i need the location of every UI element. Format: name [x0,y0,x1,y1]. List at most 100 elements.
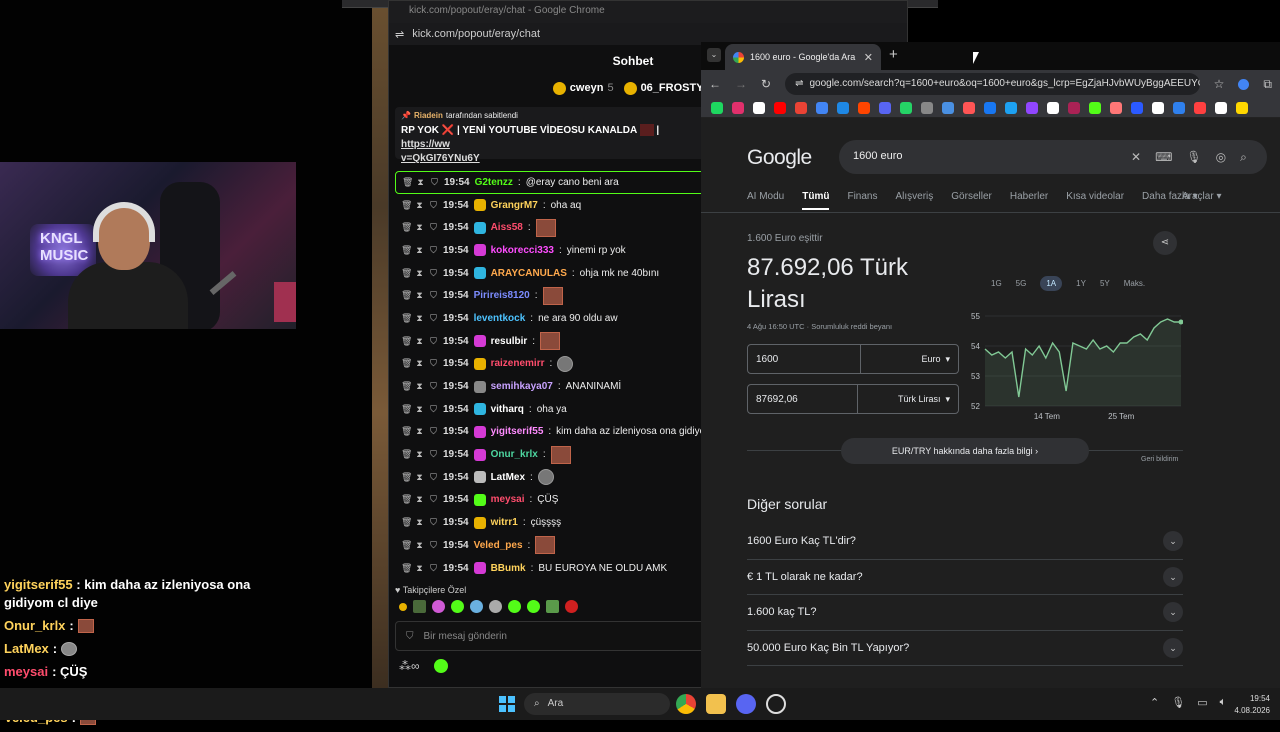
timeout-icon[interactable]: ⧗ [415,290,424,301]
ban-icon[interactable]: ⛉ [430,177,439,188]
range-option[interactable]: 1Y [1076,279,1086,288]
message-username[interactable]: yigitserif55 [491,426,544,437]
message-username[interactable]: raizenemirr [491,358,545,369]
emote-icon[interactable] [565,600,578,613]
message-username[interactable]: leventkock [474,313,526,324]
emote-icon[interactable] [413,600,426,613]
tab-google-search[interactable]: 1600 euro - Google'da Ara ✕ [725,44,881,70]
message-username[interactable]: kokorecci333 [491,245,554,256]
address-bar[interactable]: ⇌ google.com/search?q=1600+euro&oq=1600+… [785,73,1200,95]
message-username[interactable]: semihkaya07 [491,381,553,392]
keyboard-icon[interactable]: ⌨ [1155,150,1172,165]
bookmark-icon[interactable] [732,101,744,114]
delete-icon[interactable]: 🗑︎ [401,449,412,460]
share-icon[interactable]: ⋖ [1153,231,1177,255]
close-tab-icon[interactable]: ✕ [864,51,873,64]
to-amount-field[interactable]: 87692,06 Türk Lirası ▾ [747,384,959,414]
extensions-puzzle-icon[interactable]: ⧉ [1263,77,1272,92]
bookmark-icon[interactable] [1131,101,1143,114]
ban-icon[interactable]: ⛉ [429,313,438,324]
clear-icon[interactable]: ✕ [1131,150,1141,165]
ban-icon[interactable]: ⛉ [429,517,438,528]
message-username[interactable]: BBumk [491,563,526,574]
microphone-icon[interactable]: 🎙︎ [1186,150,1201,165]
bookmark-icon[interactable] [1152,101,1164,114]
emote-icon[interactable] [451,600,464,613]
ban-icon[interactable]: ⛉ [429,245,438,256]
timeout-icon[interactable]: ⧗ [415,245,424,256]
app-icon[interactable] [766,694,786,714]
delete-icon[interactable]: 🗑︎ [401,540,412,551]
google-logo[interactable]: Google [747,146,812,170]
question-item[interactable]: 1.600 kaç TL? ⌄ [747,595,1183,631]
message-username[interactable]: LatMex [491,472,525,483]
back-icon[interactable]: ← [709,77,721,91]
ban-icon[interactable]: ⛉ [429,358,438,369]
kick-logo-icon[interactable] [433,659,448,673]
range-option[interactable]: 5Y [1100,279,1110,288]
timeout-icon[interactable]: ⧗ [415,313,424,324]
chevron-down-icon[interactable]: ⌄ [1163,531,1183,552]
chat-message[interactable]: 🗑︎ ⧗ ⛉ 19:54 GrangrM7: oha aq [395,194,715,217]
bookmark-icon[interactable] [921,101,933,114]
bookmark-icon[interactable] [753,101,765,114]
search-tab[interactable]: Alışveriş [895,191,933,210]
ban-icon[interactable]: ⛉ [429,290,438,301]
bookmark-icon[interactable] [1026,101,1038,114]
chat-message[interactable]: 🗑︎ ⧗ ⛉ 19:54 yigitserif55: kim daha az izleni… [395,421,715,444]
message-username[interactable]: Onur_krlx [491,449,538,460]
chevron-down-icon[interactable]: ⌄ [1163,602,1183,623]
chat-message[interactable]: 🗑︎ ⧗ ⛉ 19:54 meysai: ÇÜŞ [395,489,715,512]
bookmark-icon[interactable] [816,101,828,114]
bookmark-icon[interactable] [795,101,807,114]
ban-icon[interactable]: ⛉ [429,268,438,279]
message-username[interactable]: Pirireis8120 [474,290,530,301]
monitor-icon[interactable]: ▭ [1197,696,1207,709]
chevron-down-icon[interactable]: ⌄ [1163,566,1183,587]
delete-icon[interactable]: 🗑︎ [401,268,412,279]
emote-icon[interactable] [546,600,559,613]
delete-icon[interactable]: 🗑︎ [401,426,412,437]
chat-message[interactable]: 🗑︎ ⧗ ⛉ 19:54 semihkaya07: ANANINAMİ [395,375,715,398]
timeout-icon[interactable]: ⧗ [415,404,424,415]
search-icon[interactable]: ⌕ [1240,150,1247,165]
chat-message[interactable]: 🗑︎ ⧗ ⛉ 19:54 leventkock: ne ara 90 oldu aw [395,307,715,330]
timeout-icon[interactable]: ⧗ [415,268,424,279]
bookmark-icon[interactable] [942,101,954,114]
ban-icon[interactable]: ⛉ [429,381,438,392]
delete-icon[interactable]: 🗑︎ [401,245,412,256]
ban-icon[interactable]: ⛉ [429,200,438,211]
chat-message[interactable]: 🗑︎ ⧗ ⛉ 19:54 vitharq: oha ya [395,398,715,421]
feedback-link[interactable]: Geri bildirim [1141,456,1178,463]
taskbar-search[interactable]: ⌕ Ara [524,693,670,715]
bookmark-icon[interactable] [711,101,723,114]
question-item[interactable]: € 1 TL olarak ne kadar? ⌄ [747,560,1183,595]
to-currency-select[interactable]: Türk Lirası ▾ [856,385,950,413]
delete-icon[interactable]: 🗑︎ [401,404,412,415]
message-username[interactable]: Aiss58 [491,222,523,233]
search-tab[interactable]: Tümü [802,191,830,210]
forward-icon[interactable]: → [735,77,747,91]
bookmark-icon[interactable] [963,101,975,114]
message-username[interactable]: resulbir [491,336,528,347]
chat-message[interactable]: 🗑︎ ⧗ ⛉ 19:54 Onur_krlx: [395,443,715,466]
clock[interactable]: 19:54 4.08.2026 [1226,693,1270,717]
range-option[interactable]: 1A [1040,276,1063,291]
chat-message[interactable]: 🗑︎ ⧗ ⛉ 19:54 witrr1: çüşşşş [395,511,715,534]
bookmark-icon[interactable] [1089,101,1101,114]
timeout-icon[interactable]: ⧗ [415,336,424,347]
timeout-icon[interactable]: ⧗ [415,358,424,369]
bookmark-icon[interactable] [1005,101,1017,114]
message-username[interactable]: meysai [491,494,525,505]
delete-icon[interactable]: 🗑︎ [401,358,412,369]
ban-icon[interactable]: ⛉ [429,336,438,347]
delete-icon[interactable]: 🗑︎ [401,200,412,211]
chat-message[interactable]: 🗑︎ ⧗ ⛉ 19:54 LatMex: [395,466,715,489]
bookmark-icon[interactable] [900,101,912,114]
bookmark-icon[interactable] [1068,101,1080,114]
site-info-icon[interactable]: ⇌ [795,78,803,90]
delete-icon[interactable]: 🗑︎ [401,290,412,301]
chat-message[interactable]: 🗑︎ ⧗ ⛉ 19:54 Veled_pes: [395,534,715,557]
ban-icon[interactable]: ⛉ [429,449,438,460]
question-item[interactable]: 50.000 Euro Kaç Bin TL Yapıyor? ⌄ [747,631,1183,666]
